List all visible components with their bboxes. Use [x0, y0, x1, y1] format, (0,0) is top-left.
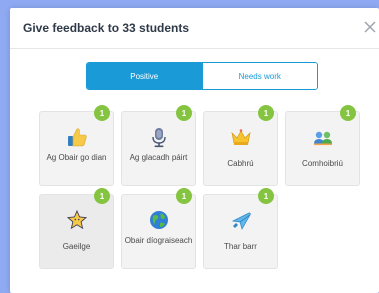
skill-tile-obair-diograiseach[interactable]: 1 Obair díograiseach: [121, 188, 196, 269]
feedback-type-tabs: Positive Needs work: [86, 62, 318, 90]
skill-label: Ag glacadh páirt: [129, 153, 188, 162]
skill-label: Ag Obair go dian: [46, 153, 107, 162]
dialog-header: Give feedback to 33 students: [10, 8, 379, 49]
count-badge: 1: [176, 188, 192, 204]
dialog-title: Give feedback to 33 students: [23, 21, 190, 35]
skill-label: Cabhrú: [227, 159, 254, 168]
tab-needs-work[interactable]: Needs work: [201, 63, 317, 89]
count-badge: 1: [176, 105, 192, 121]
airplane-icon: [231, 212, 251, 230]
crown-icon: [230, 129, 251, 145]
globe-icon: [149, 211, 168, 229]
count-badge: 1: [340, 105, 356, 121]
skill-label: Obair díograiseach: [124, 236, 193, 245]
skill-label: Comhoibriú: [302, 159, 343, 168]
people-icon: [313, 131, 332, 146]
close-icon[interactable]: [363, 20, 377, 34]
skill-tile-gaeilge[interactable]: 1 Gaeilge: [39, 188, 114, 269]
feedback-dialog: Give feedback to 33 students Positive Ne…: [10, 8, 379, 293]
count-badge: 1: [258, 188, 274, 204]
thumbs-up-icon: [67, 128, 87, 147]
tab-positive[interactable]: Positive: [87, 63, 202, 89]
skill-tile-thar-barr[interactable]: 1 Thar barr: [203, 188, 278, 269]
count-badge: 1: [94, 188, 110, 204]
skill-tile-comhoibriu[interactable]: 1 Comhoibriú: [285, 105, 360, 186]
count-badge: 1: [258, 105, 274, 121]
skill-label: Gaeilge: [62, 242, 91, 251]
skill-tile-ag-obair-go-dian[interactable]: 1 Ag Obair go dian: [39, 105, 114, 186]
skill-tile-cabhru[interactable]: 1 Cabhrú: [203, 105, 278, 186]
count-badge: 1: [94, 105, 110, 121]
star-icon: [66, 209, 87, 230]
skill-tile-ag-glacadh-pairt[interactable]: 1 Ag glacadh páirt: [121, 105, 196, 186]
microphone-icon: [151, 128, 166, 148]
skill-label: Thar barr: [224, 242, 257, 251]
